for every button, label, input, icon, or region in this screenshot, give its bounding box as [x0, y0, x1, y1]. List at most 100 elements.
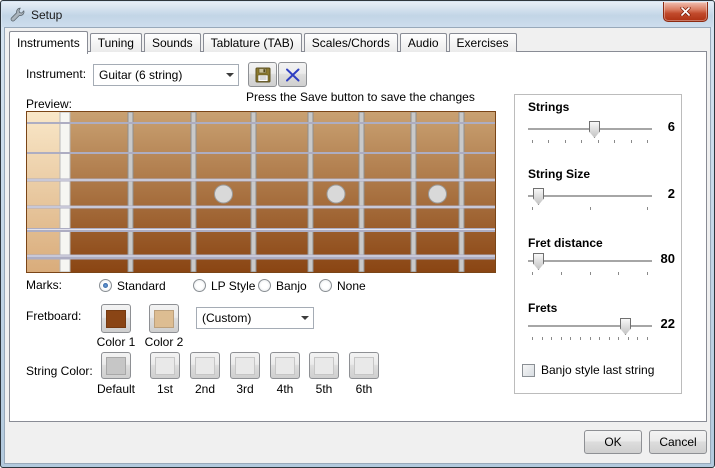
slider-ticks [532, 272, 648, 276]
tick-mark [532, 207, 533, 210]
swatch-label: 2nd [195, 382, 215, 396]
ok-button-label: OK [604, 435, 621, 449]
save-hint-text: Press the Save button to save the change… [246, 90, 475, 104]
slider-thumb[interactable] [620, 318, 631, 335]
cancel-button[interactable]: Cancel [649, 430, 707, 454]
marks-radio-standard[interactable]: Standard [99, 278, 166, 293]
tab-audio[interactable]: Audio [400, 33, 447, 52]
tick-mark [647, 272, 648, 275]
close-button[interactable] [663, 2, 708, 22]
frets-slider[interactable] [528, 318, 652, 344]
tick-mark [590, 207, 591, 210]
ok-button[interactable]: OK [584, 430, 642, 454]
swatch-label: 3rd [236, 382, 253, 396]
banjo-style-checkbox-row[interactable]: Banjo style last string [522, 363, 654, 377]
dropdown-arrow-zone[interactable] [296, 308, 313, 328]
swatch [155, 357, 175, 375]
frets-value: 22 [649, 316, 675, 331]
radio-label: None [337, 279, 366, 293]
slider-track[interactable] [528, 325, 652, 327]
slider-thumb[interactable] [589, 121, 600, 138]
fretboard-label: Fretboard: [26, 309, 81, 323]
radio-label: Standard [117, 279, 166, 293]
tab-tuning[interactable]: Tuning [90, 33, 142, 52]
radio-label: Banjo [276, 279, 307, 293]
string-color-2nd-item: 2nd [190, 352, 220, 379]
tick-mark [548, 140, 549, 143]
tab-label: Exercises [457, 36, 509, 50]
tick-mark [598, 140, 599, 143]
fret-distance-slider-label: Fret distance [528, 236, 603, 250]
tick-mark [565, 140, 566, 143]
tab-sounds[interactable]: Sounds [144, 33, 201, 52]
marks-radio-lp-style[interactable]: LP Style [193, 278, 255, 293]
string-size-slider[interactable] [528, 188, 652, 214]
string-color-6th-button[interactable] [349, 352, 379, 379]
slider-thumb[interactable] [533, 188, 544, 205]
strings-slider-label: Strings [528, 100, 569, 114]
delete-instrument-button[interactable] [278, 62, 307, 87]
swatch-label: 6th [356, 382, 373, 396]
tick-mark [551, 337, 552, 340]
tick-mark [532, 272, 533, 275]
dropdown-arrow-zone[interactable] [221, 65, 238, 85]
fretboard-scheme-value: (Custom) [202, 311, 251, 325]
tick-mark [614, 140, 615, 143]
slider-ticks [532, 207, 648, 211]
tick-mark [532, 337, 533, 340]
marks-radio-banjo[interactable]: Banjo [258, 278, 307, 293]
color2-button[interactable] [149, 304, 179, 333]
tab-exercises[interactable]: Exercises [449, 33, 517, 52]
tab-instruments[interactable]: Instruments [9, 31, 88, 54]
slider-thumb[interactable] [533, 253, 544, 270]
string-size-slider-label: String Size [528, 167, 590, 181]
string-color-4th-item: 4th [270, 352, 300, 379]
tab-tablature[interactable]: Tablature (TAB) [203, 33, 302, 52]
string-color-1st-button[interactable] [150, 352, 180, 379]
marks-radio-none[interactable]: None [319, 278, 366, 293]
tick-mark [532, 140, 533, 143]
tick-mark [647, 140, 648, 143]
slider-track[interactable] [528, 195, 652, 197]
strings-slider[interactable] [528, 121, 652, 147]
string-color-3rd-button[interactable] [230, 352, 260, 379]
window-title: Setup [31, 8, 62, 22]
tick-mark [631, 140, 632, 143]
tick-mark [561, 337, 562, 340]
fretboard-scheme-select[interactable]: (Custom) [196, 307, 314, 329]
tick-mark [542, 337, 543, 340]
instruments-tab-page: Instrument: Guitar (6 string) Pre [9, 51, 707, 422]
titlebar[interactable]: Setup [2, 2, 713, 27]
tick-mark [581, 140, 582, 143]
string-color-default-button[interactable] [101, 352, 131, 379]
tick-mark [647, 207, 648, 210]
tab-scales-chords[interactable]: Scales/Chords [304, 33, 398, 52]
tick-mark [628, 337, 629, 340]
tab-label: Instruments [17, 36, 80, 50]
checkbox-icon[interactable] [522, 364, 535, 377]
chevron-down-icon [226, 73, 234, 77]
cancel-button-label: Cancel [659, 435, 696, 449]
tab-label: Tablature (TAB) [211, 36, 294, 50]
fretboard-preview [26, 111, 496, 273]
slider-ticks [532, 337, 648, 341]
instrument-select[interactable]: Guitar (6 string) [93, 64, 239, 86]
string-color-5th-button[interactable] [309, 352, 339, 379]
string-color-4th-button[interactable] [270, 352, 300, 379]
color1-label: Color 1 [97, 335, 136, 349]
save-button[interactable] [248, 62, 277, 87]
slider-track[interactable] [528, 260, 652, 262]
swatch [195, 357, 215, 375]
color1-button[interactable] [101, 304, 131, 333]
tick-mark [609, 337, 610, 340]
chevron-down-icon [301, 316, 309, 320]
string-color-2nd-button[interactable] [190, 352, 220, 379]
floppy-disk-icon [255, 67, 271, 83]
fret-distance-slider[interactable] [528, 253, 652, 279]
tab-label: Sounds [152, 36, 193, 50]
tick-mark [561, 272, 562, 275]
swatch [314, 357, 334, 375]
tab-strip: Instruments Tuning Sounds Tablature (TAB… [9, 31, 519, 52]
tab-label: Audio [408, 36, 439, 50]
tick-mark [580, 337, 581, 340]
